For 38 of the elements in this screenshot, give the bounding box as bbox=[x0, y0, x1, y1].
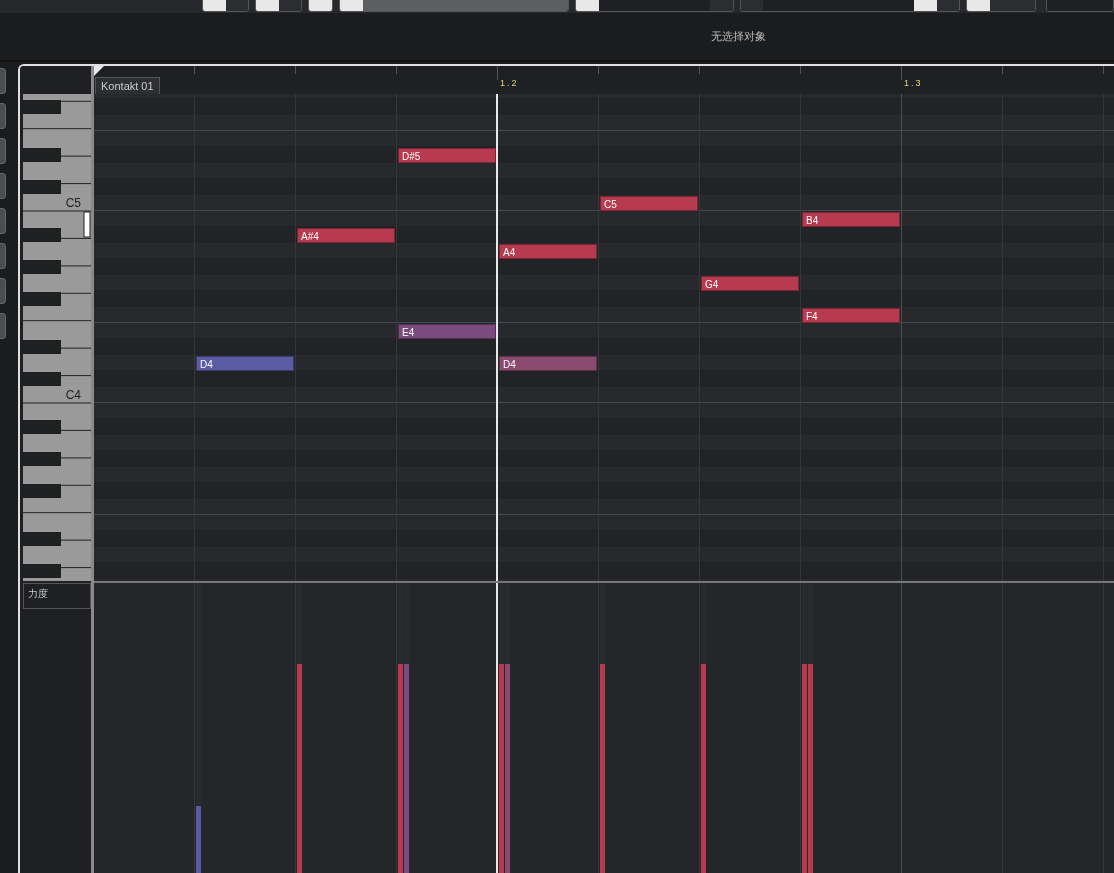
note-block[interactable]: A#4 bbox=[297, 228, 395, 243]
side-button[interactable] bbox=[0, 173, 6, 199]
note-block[interactable]: D4 bbox=[499, 356, 597, 371]
bar-marker: 1.2 bbox=[500, 78, 519, 88]
note-block[interactable]: E4 bbox=[398, 324, 496, 339]
part-name: Kontakt 01 bbox=[95, 77, 160, 94]
side-button[interactable] bbox=[0, 208, 6, 234]
status-text: 无选择对象 bbox=[710, 29, 766, 44]
side-button[interactable] bbox=[0, 278, 6, 304]
note-block[interactable]: D#5 bbox=[398, 148, 496, 163]
note-block[interactable]: B4 bbox=[802, 212, 900, 227]
key-label: C5 bbox=[65, 196, 81, 210]
velocity-bar[interactable] bbox=[404, 664, 409, 873]
velocity-bar[interactable] bbox=[505, 664, 510, 873]
piano-keyboard-drawing[interactable] bbox=[23, 94, 91, 581]
note-block[interactable]: G4 bbox=[701, 276, 799, 291]
velocity-bar[interactable] bbox=[196, 806, 201, 873]
velocity-bar[interactable] bbox=[808, 664, 813, 873]
side-button[interactable] bbox=[0, 313, 6, 339]
side-button[interactable] bbox=[0, 68, 6, 94]
note-block[interactable]: C5 bbox=[600, 196, 698, 211]
lane-label[interactable]: 力度 bbox=[23, 583, 91, 609]
side-button[interactable] bbox=[0, 243, 6, 269]
velocity-bar[interactable] bbox=[398, 664, 403, 873]
velocity-bar[interactable] bbox=[499, 664, 504, 873]
note-block[interactable]: F4 bbox=[802, 308, 900, 323]
side-button[interactable] bbox=[0, 138, 6, 164]
velocity-bar[interactable] bbox=[802, 664, 807, 873]
note-block[interactable]: D4 bbox=[196, 356, 294, 371]
note-grid[interactable]: D#5 C5 B4 A#4 A4 G4 F4 E4 D4 D4 bbox=[94, 94, 1114, 581]
key-label: C4 bbox=[65, 388, 81, 402]
note-block[interactable]: A4 bbox=[499, 244, 597, 259]
velocity-bar[interactable] bbox=[701, 664, 706, 873]
velocity-bar[interactable] bbox=[297, 664, 302, 873]
velocity-lane[interactable] bbox=[94, 581, 1114, 873]
side-button[interactable] bbox=[0, 103, 6, 129]
velocity-bar[interactable] bbox=[600, 664, 605, 873]
bar-marker: 1.3 bbox=[904, 78, 923, 88]
